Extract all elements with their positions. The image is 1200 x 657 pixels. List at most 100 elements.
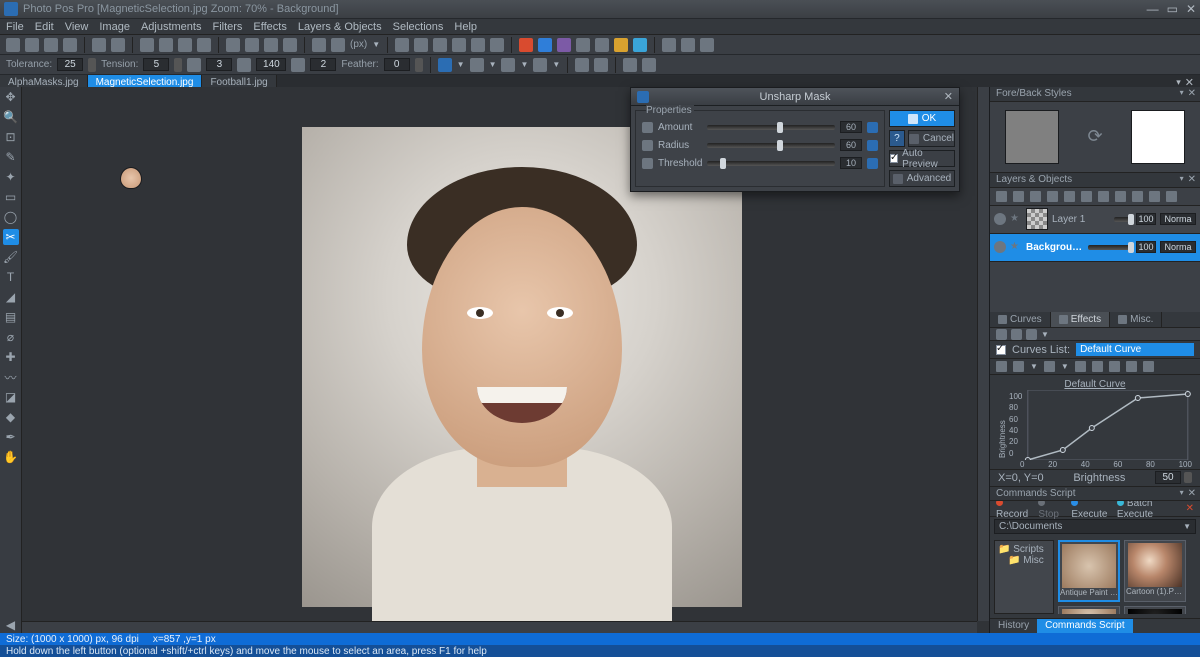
layer-row-background[interactable]: ★ Background 100 Norma (990, 234, 1200, 262)
radius-reset-icon[interactable] (867, 140, 878, 151)
curve-tool-a-icon[interactable] (996, 361, 1007, 372)
minimize-icon[interactable]: — (1147, 2, 1159, 16)
tolerance-stepper[interactable] (88, 58, 96, 72)
v-scrollbar[interactable] (977, 87, 989, 621)
brightness-stepper[interactable] (1184, 472, 1192, 483)
script-tree[interactable]: 📁 Scripts 📁 Misc (994, 540, 1054, 614)
redo-icon[interactable] (111, 38, 125, 52)
background-swatch[interactable] (1131, 110, 1185, 164)
brush-tool-icon[interactable]: 🖌 (3, 249, 19, 265)
effects-nav-c-icon[interactable] (1026, 329, 1037, 340)
tolerance-value[interactable]: 25 (57, 58, 83, 71)
threshold-slider[interactable] (707, 161, 835, 166)
collapse-toolbox-icon[interactable]: ◀ (3, 617, 19, 633)
menu-file[interactable]: File (6, 21, 24, 33)
menu-image[interactable]: Image (99, 21, 130, 33)
pen-tool-icon[interactable]: ✒ (3, 429, 19, 445)
amount-reset-icon[interactable] (867, 122, 878, 133)
advanced-button[interactable]: Advanced (889, 170, 955, 187)
curves-list-select[interactable]: Default Curve (1076, 343, 1194, 356)
rotate-left-icon[interactable] (433, 38, 447, 52)
print-icon[interactable] (63, 38, 77, 52)
cancel-button[interactable]: Cancel (908, 130, 955, 147)
frame-c-icon[interactable] (700, 38, 714, 52)
subtab-curves[interactable]: Curves (990, 312, 1051, 327)
clone-tool-icon[interactable]: ⌀ (3, 329, 19, 345)
layer-merge-icon[interactable] (1081, 191, 1092, 202)
menu-filters[interactable]: Filters (212, 21, 242, 33)
gradient-icon[interactable]: ▤ (3, 309, 19, 325)
threshold-reset-icon[interactable] (867, 158, 878, 169)
grid-icon[interactable] (312, 38, 326, 52)
opt-ico-f[interactable] (533, 58, 547, 72)
zoom-fit-icon[interactable] (264, 38, 278, 52)
paste-special-icon[interactable] (197, 38, 211, 52)
effects-nav-b-icon[interactable] (1011, 329, 1022, 340)
effects-nav-a-icon[interactable] (996, 329, 1007, 340)
drop-icon[interactable] (633, 38, 647, 52)
curve-graph[interactable] (1024, 390, 1192, 460)
zoom-out-icon[interactable] (245, 38, 259, 52)
curve-tool-c-icon[interactable] (1044, 361, 1055, 372)
swap-colors-icon[interactable]: ⟳ (1080, 122, 1110, 152)
star-icon[interactable]: ★ (1010, 241, 1022, 253)
frame-a-icon[interactable] (662, 38, 676, 52)
crop-icon[interactable] (395, 38, 409, 52)
curve-tool-c-dd[interactable]: ▼ (1061, 362, 1069, 371)
purple-swatch-icon[interactable] (557, 38, 571, 52)
paste-icon[interactable] (178, 38, 192, 52)
ruler-icon[interactable] (331, 38, 345, 52)
curve-tool-g-icon[interactable] (1126, 361, 1137, 372)
opt-val-c[interactable]: 2 (310, 58, 336, 71)
curve-tool-b-icon[interactable] (1013, 361, 1024, 372)
curve-tool-b-dd[interactable]: ▼ (1030, 362, 1038, 371)
layer-up-icon[interactable] (1047, 191, 1058, 202)
undo-icon[interactable] (92, 38, 106, 52)
opt-ico-h[interactable] (594, 58, 608, 72)
feather-stepper[interactable] (415, 58, 423, 72)
shape-tool-icon[interactable]: ◆ (3, 409, 19, 425)
layer-link-icon[interactable] (1149, 191, 1160, 202)
opacity-slider[interactable] (1114, 217, 1132, 222)
visibility-icon[interactable] (994, 241, 1006, 253)
opt-f-dd[interactable]: ▼ (552, 60, 560, 69)
menu-adjustments[interactable]: Adjustments (141, 21, 202, 33)
menu-help[interactable]: Help (454, 21, 477, 33)
menu-edit[interactable]: Edit (35, 21, 54, 33)
radius-slider[interactable] (707, 143, 835, 148)
layer-new-icon[interactable] (996, 191, 1007, 202)
eraser-tool-icon[interactable]: ◪ (3, 389, 19, 405)
fill-tool-icon[interactable]: ◢ (3, 289, 19, 305)
resize-icon[interactable] (414, 38, 428, 52)
opt-val-a[interactable]: 3 (206, 58, 232, 71)
smudge-tool-icon[interactable]: 〰 (3, 369, 19, 385)
menu-effects[interactable]: Effects (253, 21, 286, 33)
zoom-tool-icon[interactable]: 🔍 (3, 109, 19, 125)
foreground-swatch[interactable] (1005, 110, 1059, 164)
feather-value[interactable]: 0 (384, 58, 410, 71)
layer-more-icon[interactable] (1166, 191, 1177, 202)
opt-ico-e[interactable] (501, 58, 515, 72)
curve-tool-f-icon[interactable] (1109, 361, 1120, 372)
script-pin-icon[interactable]: ▾ (1180, 488, 1184, 499)
autopreview-checkbox[interactable] (890, 154, 898, 163)
curve-tool-e-icon[interactable] (1092, 361, 1103, 372)
hand-tool-icon[interactable]: ✋ (3, 449, 19, 465)
close-window-icon[interactable]: ✕ (1186, 2, 1196, 16)
menu-view[interactable]: View (65, 21, 89, 33)
radius-value[interactable]: 60 (840, 139, 862, 151)
footer-tab-commands[interactable]: Commands Script (1037, 619, 1132, 633)
marquee-tool-icon[interactable]: ▭ (3, 189, 19, 205)
copy-icon[interactable] (159, 38, 173, 52)
rotate-right-icon[interactable] (452, 38, 466, 52)
opt-e-dd[interactable]: ▼ (520, 60, 528, 69)
opt-ico-i[interactable] (623, 58, 637, 72)
tension-stepper[interactable] (174, 58, 182, 72)
menu-selections[interactable]: Selections (393, 21, 444, 33)
footer-tab-history[interactable]: History (990, 619, 1037, 633)
panel-close-icon[interactable]: ✕ (1188, 88, 1196, 99)
layers-close-icon[interactable]: ✕ (1188, 174, 1196, 185)
opacity-value[interactable]: 100 (1136, 241, 1156, 253)
curves-list-checkbox[interactable] (996, 345, 1006, 355)
script-path[interactable]: C:\Documents▼ (994, 519, 1196, 534)
